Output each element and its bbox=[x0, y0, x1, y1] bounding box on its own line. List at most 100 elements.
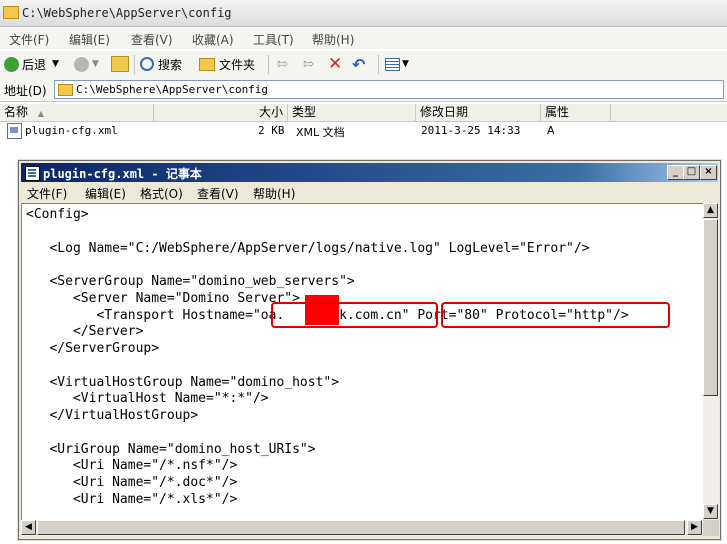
copy-to-button[interactable]: ⇰ bbox=[303, 55, 314, 73]
explorer-titlebar: C:\WebSphere\AppServer\config bbox=[0, 0, 727, 27]
column-type-label: 类型 bbox=[292, 105, 317, 119]
menu-favorites[interactable]: 收藏(A) bbox=[192, 31, 234, 48]
column-attributes[interactable]: 属性 bbox=[541, 104, 611, 121]
editor-line: <Uri Name="/*.xls*"/> bbox=[26, 491, 238, 507]
file-type: XML 文档 bbox=[296, 126, 345, 139]
menu-tools[interactable]: 工具(T) bbox=[253, 31, 294, 48]
notepad-menubar: 文件(F) 编辑(E) 格式(O) 查看(V) 帮助(H) bbox=[21, 183, 718, 202]
column-modified[interactable]: 修改日期 bbox=[416, 104, 541, 121]
notepad-title: plugin-cfg.xml - 记事本 bbox=[43, 167, 202, 181]
notepad-titlebar: plugin-cfg.xml - 记事本 _ □ × bbox=[21, 163, 718, 182]
editor-line: </ServerGroup> bbox=[26, 341, 160, 356]
column-name[interactable]: 名称 ▲ bbox=[0, 104, 154, 121]
folder-up-icon bbox=[111, 56, 129, 72]
scroll-up-button[interactable]: ▲ bbox=[703, 203, 718, 218]
move-to-button[interactable]: ⇰ bbox=[277, 55, 288, 73]
move-to-icon: ⇰ bbox=[277, 56, 288, 72]
address-input[interactable]: C:\WebSphere\AppServer\config bbox=[54, 80, 724, 99]
search-label: 搜索 bbox=[158, 57, 183, 72]
undo-button[interactable]: ↶ bbox=[352, 54, 366, 74]
np-menu-view[interactable]: 查看(V) bbox=[197, 185, 239, 202]
editor-line: </Server> bbox=[26, 324, 144, 340]
vertical-scrollbar[interactable]: ▲ ▼ bbox=[703, 203, 719, 520]
views-icon bbox=[385, 57, 400, 71]
forward-button[interactable]: ▼ bbox=[74, 55, 99, 73]
forward-arrow-icon bbox=[74, 56, 89, 72]
editor-line: <Log Name="C:/WebSphere/AppServer/logs/n… bbox=[26, 240, 590, 256]
np-menu-help[interactable]: 帮助(H) bbox=[253, 185, 295, 202]
maximize-button[interactable]: □ bbox=[683, 165, 700, 180]
editor-line: <Server Name="Domino Server"> bbox=[26, 290, 300, 306]
column-name-label: 名称 bbox=[4, 105, 29, 119]
column-modified-label: 修改日期 bbox=[420, 105, 469, 119]
scroll-left-button[interactable]: ◀ bbox=[21, 520, 36, 535]
search-button[interactable]: 搜索 bbox=[140, 55, 182, 73]
forward-dropdown-icon[interactable]: ▼ bbox=[92, 59, 99, 69]
menu-edit[interactable]: 编辑(E) bbox=[69, 31, 110, 48]
editor-line: <VirtualHostGroup Name="domino_host"> bbox=[26, 374, 340, 390]
back-label: 后退 bbox=[22, 57, 47, 72]
port-protocol-highlight bbox=[441, 302, 670, 328]
close-button[interactable]: × bbox=[700, 165, 717, 180]
notepad-window: plugin-cfg.xml - 记事本 _ □ × 文件(F) 编辑(E) 格… bbox=[18, 160, 721, 540]
copy-to-icon: ⇰ bbox=[303, 56, 314, 72]
explorer-toolbar: 后退 ▼ ▼ 搜索 文件夹 ⇰ ⇰ ✕ ↶ ▼ bbox=[0, 50, 727, 79]
editor-line: <Uri Name="/*.doc*"/> bbox=[26, 475, 238, 490]
hostname-highlight bbox=[271, 302, 438, 328]
file-row[interactable]: plugin-cfg.xml 2 KB XML 文档 2011-3-25 14:… bbox=[0, 122, 727, 140]
minimize-button[interactable]: _ bbox=[667, 165, 684, 180]
toolbar-separator bbox=[134, 55, 135, 74]
toolbar-separator bbox=[378, 55, 379, 74]
views-button[interactable]: ▼ bbox=[385, 55, 409, 73]
back-button[interactable]: 后退 ▼ bbox=[4, 55, 59, 73]
editor-line: <Uri Name="/*.nsf*"/> bbox=[26, 458, 238, 474]
delete-button[interactable]: ✕ bbox=[328, 54, 343, 74]
menu-file[interactable]: 文件(F) bbox=[9, 31, 49, 48]
undo-icon: ↶ bbox=[352, 54, 366, 74]
vertical-scroll-thumb[interactable] bbox=[703, 219, 718, 396]
horizontal-scrollbar[interactable]: ◀ ▶ bbox=[21, 520, 703, 536]
address-bar: 地址(D) C:\WebSphere\AppServer\config bbox=[0, 78, 727, 102]
sort-ascending-icon: ▲ bbox=[37, 109, 44, 118]
menu-help[interactable]: 帮助(H) bbox=[312, 31, 354, 48]
editor-line: <UriGroup Name="domino_host_URIs"> bbox=[26, 441, 316, 457]
text-editor[interactable]: <Config> <Log Name="C:/WebSphere/AppServ… bbox=[21, 203, 706, 522]
address-label: 地址(D) bbox=[4, 84, 47, 98]
column-type[interactable]: 类型 bbox=[288, 104, 416, 121]
column-size-label: 大小 bbox=[258, 105, 283, 119]
file-list-header: 名称 ▲ 大小 类型 修改日期 属性 bbox=[0, 104, 727, 122]
menu-view[interactable]: 查看(V) bbox=[131, 31, 173, 48]
scrollbar-corner bbox=[703, 520, 719, 536]
delete-icon: ✕ bbox=[328, 54, 343, 74]
notepad-icon bbox=[25, 166, 40, 181]
folders-label: 文件夹 bbox=[219, 57, 256, 72]
np-menu-file[interactable]: 文件(F) bbox=[27, 185, 67, 202]
up-button[interactable] bbox=[111, 55, 129, 73]
scroll-down-button[interactable]: ▼ bbox=[703, 504, 718, 519]
address-value: C:\WebSphere\AppServer\config bbox=[76, 83, 269, 96]
explorer-menubar: 文件(F) 编辑(E) 查看(V) 收藏(A) 工具(T) 帮助(H) bbox=[0, 27, 727, 49]
horizontal-scroll-thumb[interactable] bbox=[37, 520, 685, 535]
np-menu-edit[interactable]: 编辑(E) bbox=[85, 185, 126, 202]
column-size[interactable]: 大小 bbox=[154, 104, 288, 121]
folder-icon bbox=[58, 84, 73, 96]
folder-icon bbox=[3, 6, 19, 19]
back-arrow-icon bbox=[4, 56, 19, 72]
scroll-right-button[interactable]: ▶ bbox=[687, 520, 702, 535]
folders-button[interactable]: 文件夹 bbox=[199, 55, 255, 73]
editor-line: <VirtualHost Name="*:*"/> bbox=[26, 391, 269, 407]
editor-line: </VirtualHostGroup> bbox=[26, 408, 199, 423]
search-icon bbox=[140, 57, 154, 71]
editor-content: <Config> <Log Name="C:/WebSphere/AppServ… bbox=[26, 207, 629, 509]
np-menu-format[interactable]: 格式(O) bbox=[140, 185, 183, 202]
file-modified: 2011-3-25 14:33 bbox=[421, 124, 521, 137]
xml-file-icon bbox=[7, 123, 22, 139]
file-attributes: A bbox=[547, 124, 555, 137]
explorer-title: C:\WebSphere\AppServer\config bbox=[22, 6, 232, 20]
file-name: plugin-cfg.xml bbox=[25, 124, 118, 137]
editor-line: <ServerGroup Name="domino_web_servers"> bbox=[26, 274, 355, 289]
back-dropdown-icon[interactable]: ▼ bbox=[52, 59, 59, 69]
column-attributes-label: 属性 bbox=[545, 105, 570, 119]
toolbar-separator bbox=[268, 55, 269, 74]
editor-line: <Config> bbox=[26, 207, 89, 222]
